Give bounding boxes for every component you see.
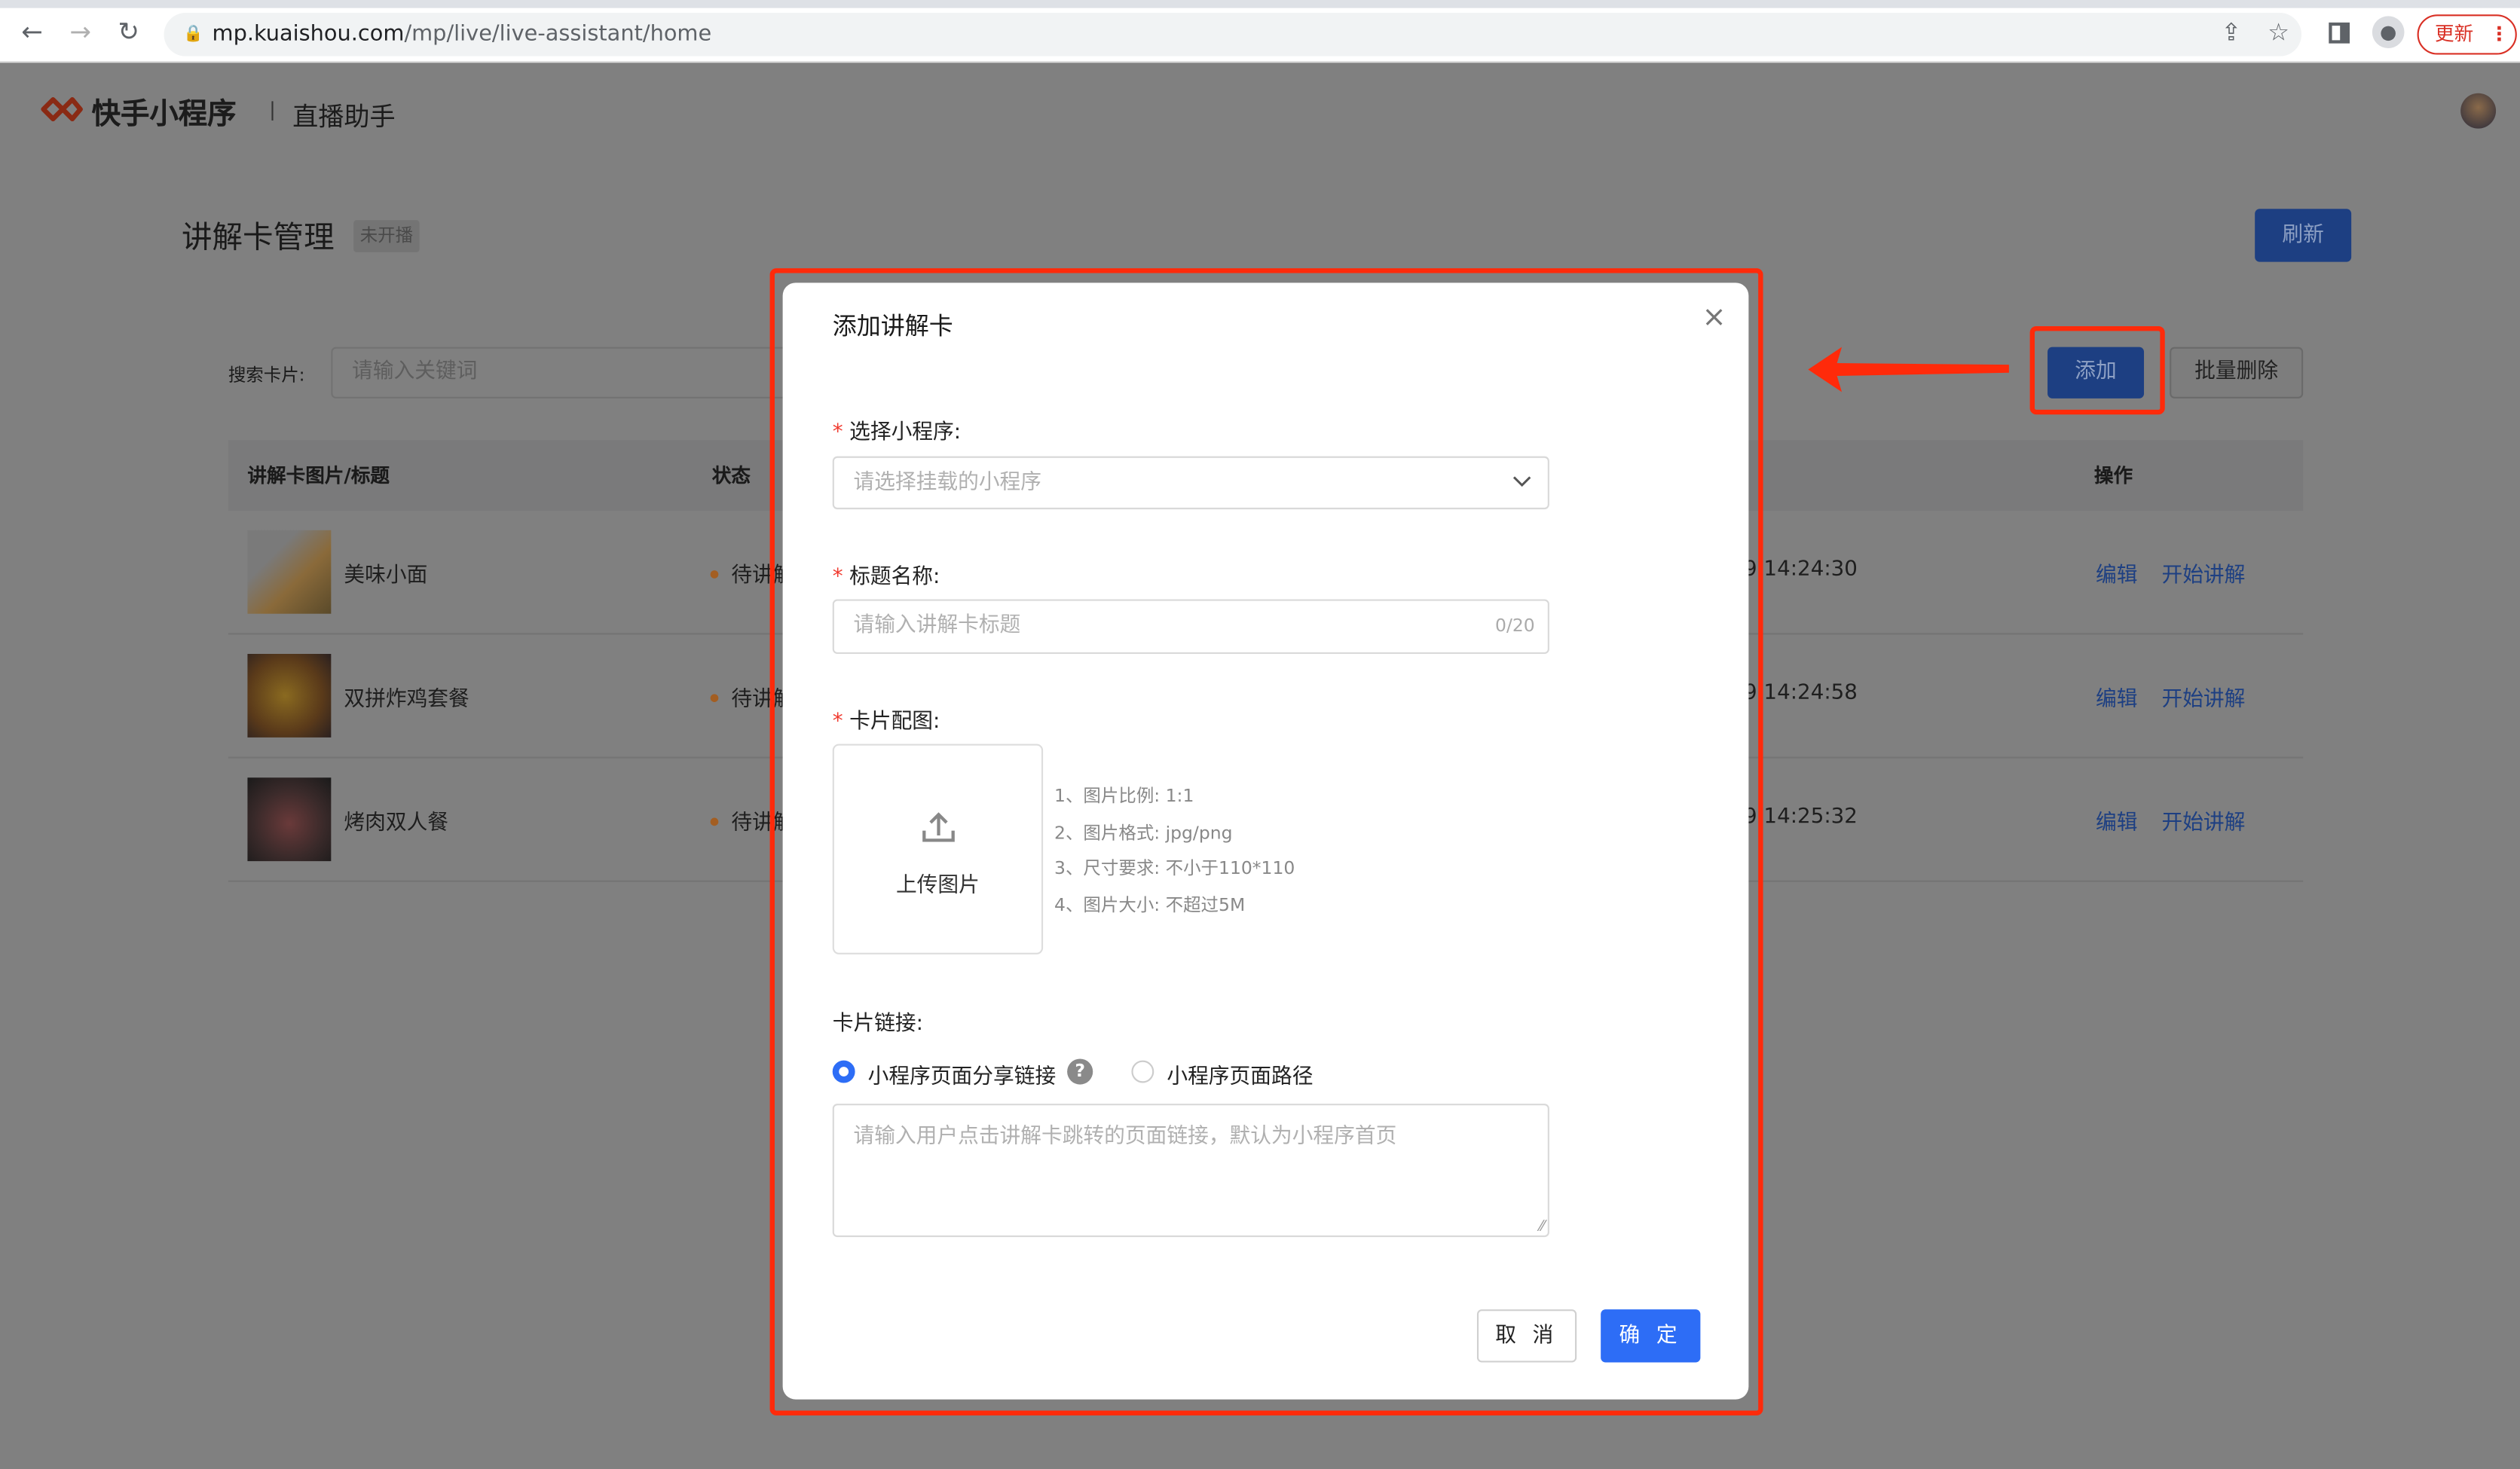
resize-handle-icon[interactable]: ⁄⁄ bbox=[1540, 1220, 1544, 1235]
section-name: 直播助手 bbox=[292, 101, 396, 132]
start-explain-link[interactable]: 开始讲解 bbox=[2161, 805, 2245, 835]
update-button[interactable]: 更新 ⋮ bbox=[2417, 14, 2517, 55]
edit-link[interactable]: 编辑 bbox=[2096, 805, 2137, 835]
name-label-text: 标题名称: bbox=[849, 565, 940, 590]
close-icon[interactable]: × bbox=[1702, 301, 1726, 334]
url-host: mp.kuaishou.com bbox=[212, 20, 405, 47]
radio-page-path[interactable] bbox=[1131, 1060, 1154, 1083]
sidepanel-icon[interactable] bbox=[2329, 22, 2350, 44]
program-label: * 选择小程序: bbox=[832, 420, 962, 445]
chevron-down-icon bbox=[1512, 476, 1531, 487]
url-path: /mp/live/live-assistant/home bbox=[404, 20, 712, 47]
browser-toolbar: ← → ↻ 🔒 mp.kuaishou.com/mp/live/live-ass… bbox=[0, 0, 2520, 63]
title-input[interactable]: 请输入讲解卡标题 0/20 bbox=[832, 599, 1549, 655]
user-avatar[interactable] bbox=[2460, 93, 2497, 129]
tab-strip bbox=[0, 0, 2520, 8]
card-title: 烤肉双人餐 bbox=[344, 811, 449, 836]
program-select[interactable]: 请选择挂载的小程序 bbox=[832, 456, 1549, 510]
reload-icon[interactable]: ↻ bbox=[112, 16, 145, 47]
upload-image-button[interactable]: 上传图片 bbox=[832, 744, 1044, 954]
card-thumbnail bbox=[247, 777, 332, 862]
more-icon: ⋮ bbox=[2489, 22, 2509, 45]
card-title: 双拼炸鸡套餐 bbox=[344, 687, 469, 712]
lock-icon: 🔒 bbox=[183, 26, 203, 44]
image-label: * 卡片配图: bbox=[832, 710, 940, 734]
program-placeholder: 请选择挂载的小程序 bbox=[853, 470, 1042, 495]
card-thumbnail bbox=[247, 654, 332, 738]
header-divider bbox=[271, 101, 274, 121]
status-dot bbox=[710, 817, 719, 826]
annotation-arrow-icon bbox=[1808, 347, 2009, 392]
profile-icon[interactable]: ● bbox=[2372, 16, 2405, 48]
edit-link[interactable]: 编辑 bbox=[2096, 681, 2137, 712]
card-title: 美味小面 bbox=[344, 563, 428, 588]
status-badge: 未开播 bbox=[353, 220, 420, 252]
start-explain-link[interactable]: 开始讲解 bbox=[2161, 557, 2245, 588]
image-hint: 2、图片格式: jpg/png bbox=[1054, 822, 1233, 844]
search-input[interactable]: 请输入关键词 bbox=[331, 347, 797, 399]
page-title: 讲解卡管理 bbox=[181, 220, 335, 256]
status-dot bbox=[710, 694, 719, 702]
column-header: 状态 bbox=[711, 464, 751, 487]
address-bar[interactable]: 🔒 mp.kuaishou.com/mp/live/live-assistant… bbox=[164, 13, 2302, 56]
upload-icon bbox=[922, 812, 955, 842]
link-placeholder: 请输入用户点击讲解卡跳转的页面链接，默认为小程序首页 bbox=[853, 1124, 1397, 1149]
column-header: 操作 bbox=[2093, 464, 2133, 487]
title-placeholder: 请输入讲解卡标题 bbox=[853, 613, 1021, 638]
name-label: * 标题名称: bbox=[832, 565, 940, 590]
update-label: 更新 bbox=[2435, 22, 2474, 45]
start-explain-link[interactable]: 开始讲解 bbox=[2161, 681, 2245, 712]
image-hint: 3、尺寸要求: 不小于110*110 bbox=[1054, 857, 1295, 879]
char-counter: 0/20 bbox=[1495, 615, 1535, 637]
column-header: 讲解卡图片/标题 bbox=[247, 464, 390, 487]
image-hint: 4、图片大小: 不超过5M bbox=[1054, 894, 1246, 916]
cancel-button[interactable]: 取 消 bbox=[1476, 1309, 1577, 1363]
upload-label: 上传图片 bbox=[895, 874, 980, 899]
image-hint: 1、图片比例: 1:1 bbox=[1054, 785, 1194, 807]
brand-name: 快手小程序 bbox=[91, 98, 237, 132]
radio-page-path-label[interactable]: 小程序页面路径 bbox=[1167, 1058, 1313, 1089]
radio-share-link[interactable] bbox=[832, 1060, 855, 1083]
back-icon[interactable]: ← bbox=[16, 16, 48, 47]
star-icon[interactable]: ☆ bbox=[2268, 17, 2289, 46]
search-label: 搜索卡片: bbox=[228, 365, 305, 386]
help-icon[interactable]: ? bbox=[1067, 1058, 1093, 1085]
share-icon[interactable]: ⇪ bbox=[2221, 17, 2241, 46]
link-label: 卡片链接: bbox=[832, 1012, 924, 1037]
batch-delete-button[interactable]: 批量删除 bbox=[2170, 347, 2304, 399]
add-button[interactable]: 添加 bbox=[2048, 347, 2145, 399]
image-label-text: 卡片配图: bbox=[849, 710, 940, 734]
add-card-dialog: 添加讲解卡 × * 选择小程序: 请选择挂载的小程序 * 标题名称: 请输入讲解卡标… bbox=[782, 282, 1749, 1400]
kuaishou-logo-icon bbox=[41, 97, 83, 122]
radio-share-link-label[interactable]: 小程序页面分享链接 bbox=[868, 1058, 1057, 1089]
refresh-button[interactable]: 刷新 bbox=[2255, 209, 2352, 262]
card-thumbnail bbox=[247, 530, 332, 614]
forward-icon[interactable]: → bbox=[64, 16, 96, 47]
link-textarea[interactable]: 请输入用户点击讲解卡跳转的页面链接，默认为小程序首页 ⁄⁄ bbox=[832, 1104, 1549, 1238]
edit-link[interactable]: 编辑 bbox=[2096, 557, 2137, 588]
status-dot bbox=[710, 570, 719, 579]
program-label-text: 选择小程序: bbox=[849, 420, 962, 445]
confirm-button[interactable]: 确 定 bbox=[1601, 1309, 1701, 1363]
dialog-title: 添加讲解卡 bbox=[832, 311, 953, 341]
